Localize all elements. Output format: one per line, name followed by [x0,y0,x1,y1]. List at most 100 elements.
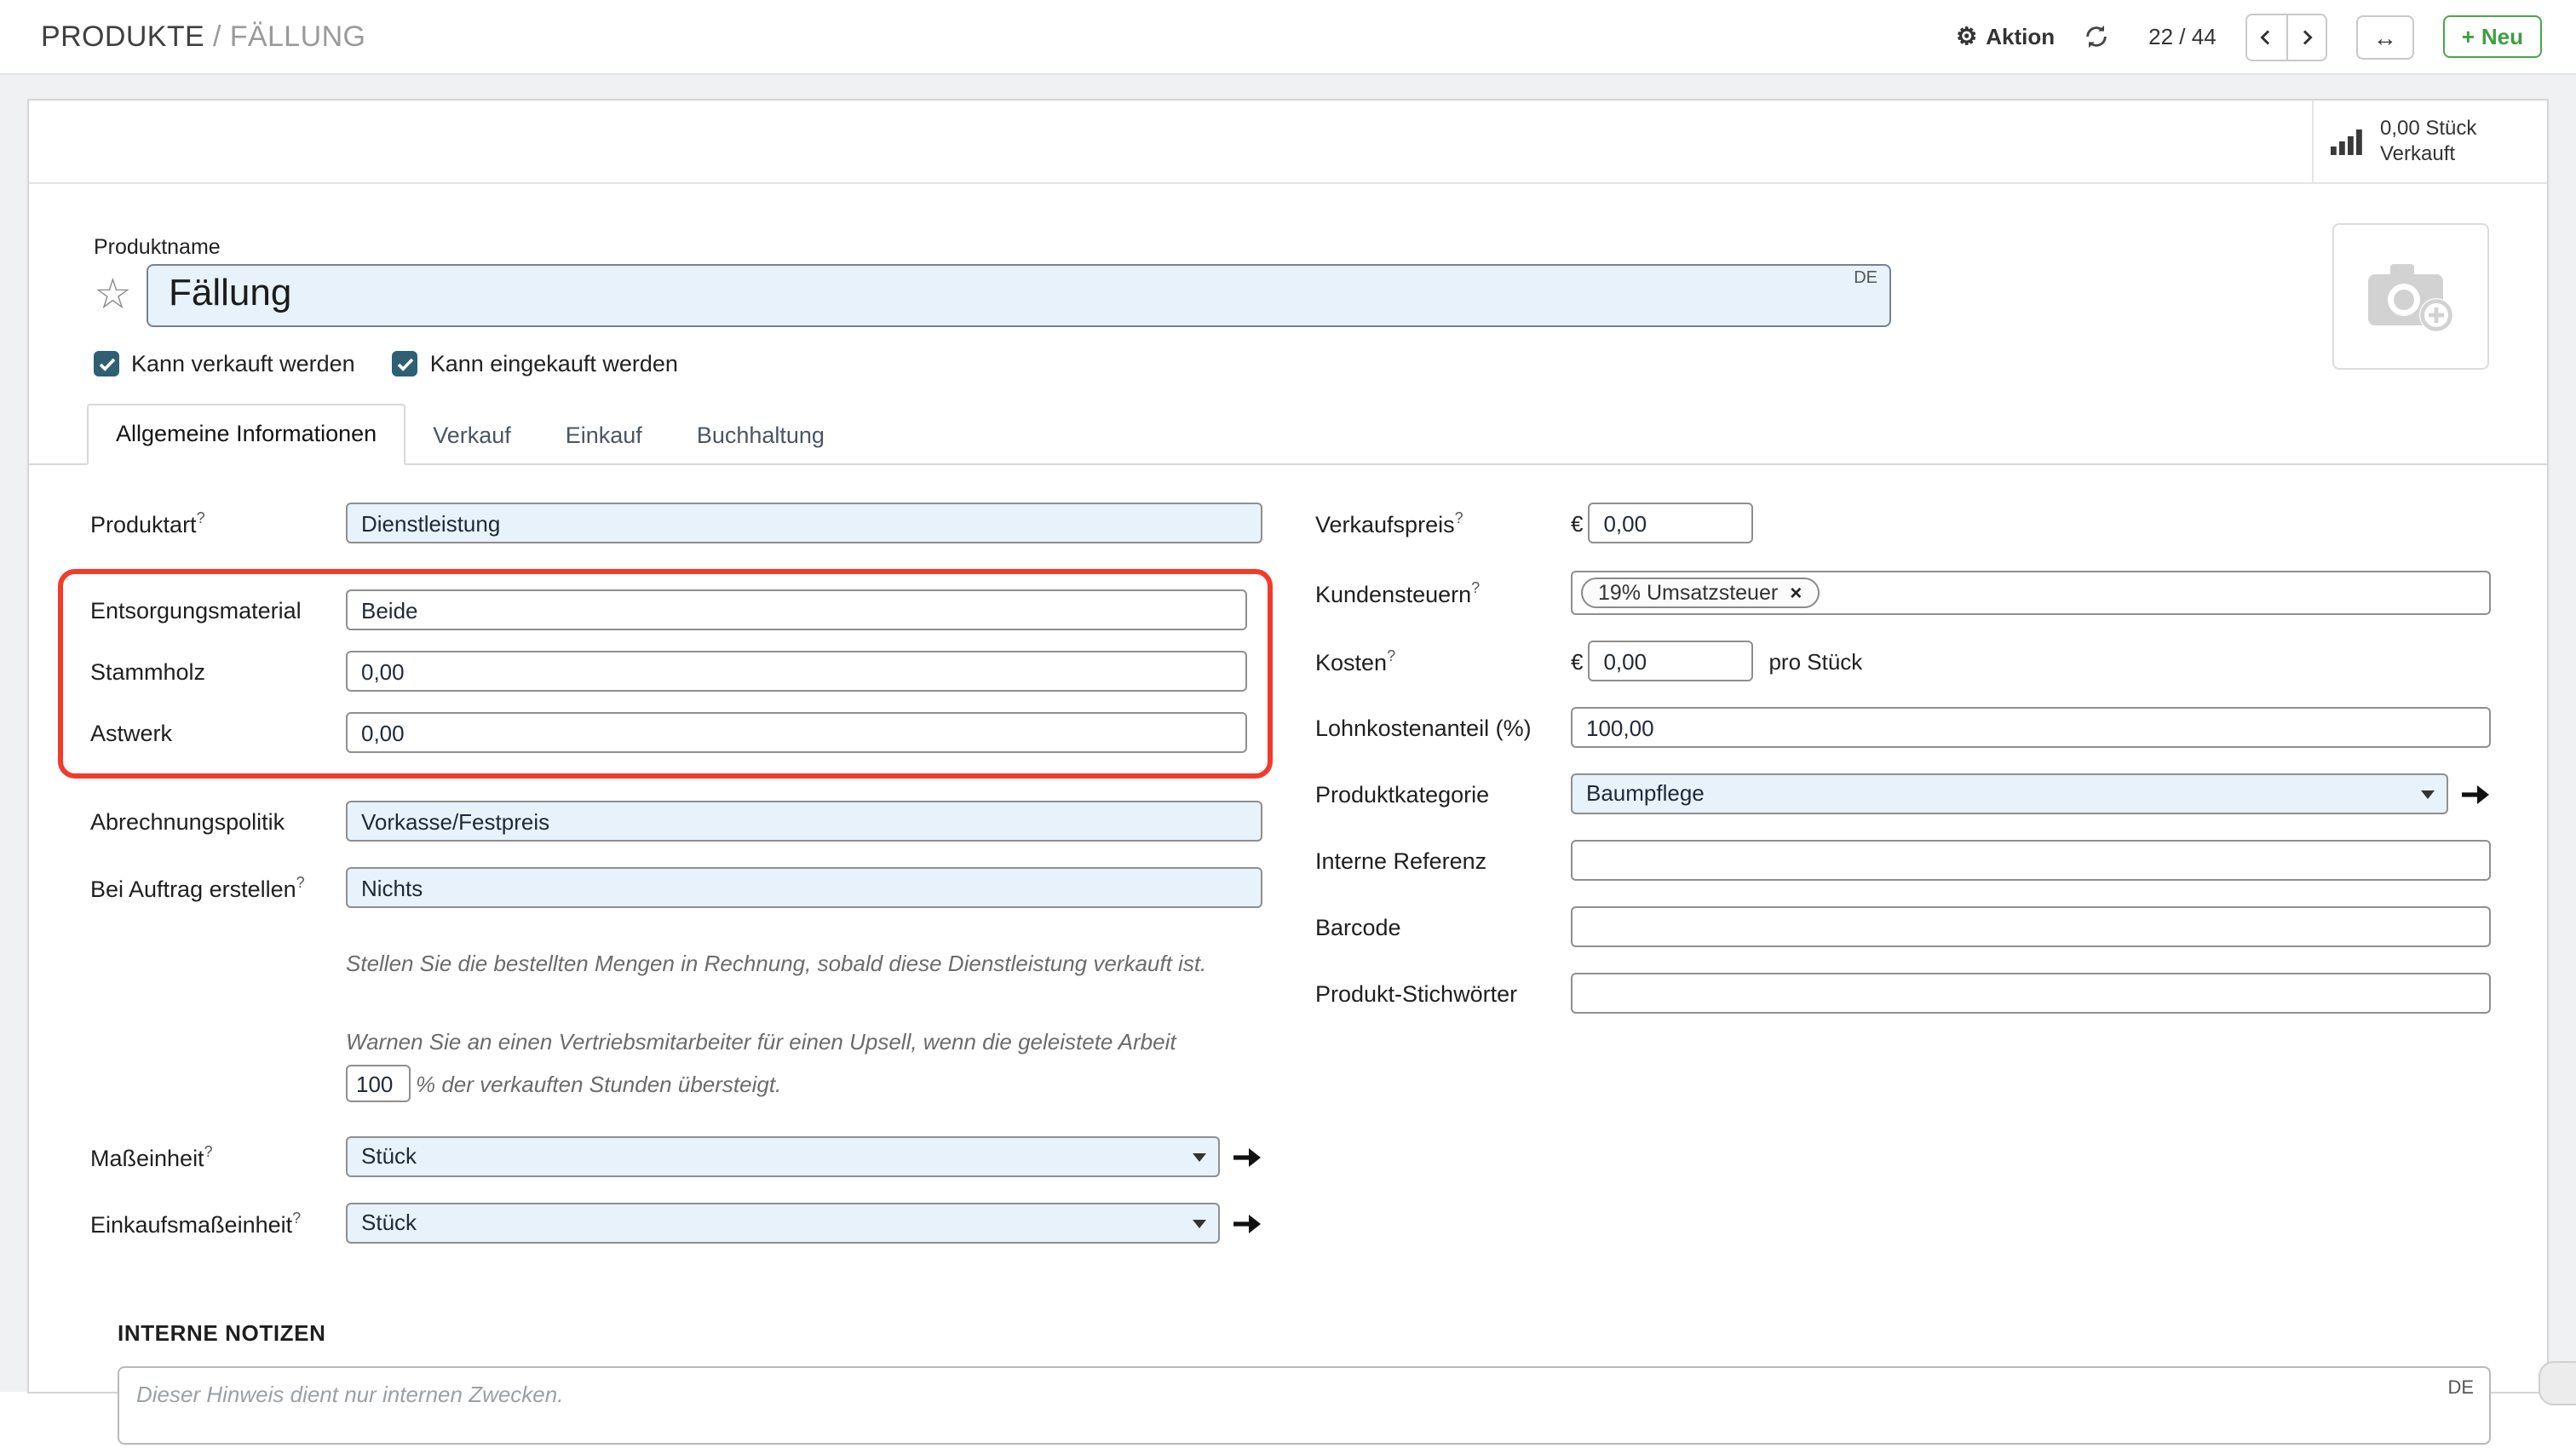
tax-tag: 19% Umsatzsteuer × [1581,578,1819,608]
barcode-label: Barcode [1315,914,1571,940]
internal-notes-textarea[interactable] [118,1367,2491,1445]
language-badge: DE [2447,1379,2474,1399]
tab-einkauf[interactable]: Einkauf [538,407,670,465]
arrow-right-icon [1232,1147,1262,1169]
upsell-warning-block: Warnen Sie an einen Vertriebsmitarbeiter… [346,1026,1262,1103]
upsell-percent-input[interactable] [346,1066,411,1103]
favorite-star-icon[interactable]: ☆ [94,274,147,317]
tab-allgemeine-informationen[interactable]: Allgemeine Informationen [87,404,405,465]
bei-auftrag-label: Bei Auftrag erstellen? [90,874,346,902]
tab-buchhaltung[interactable]: Buchhaltung [670,407,852,465]
abrechnungspolitik-input[interactable] [346,801,1262,842]
einkaufsmasseinheit-internal-link[interactable] [1232,1213,1262,1235]
toggle-size-button[interactable]: ↔ [2356,14,2414,59]
field-row-astwerk: Astwerk [90,712,1247,753]
field-row-einkaufsmasseinheit: Einkaufsmaßeinheit? Stück [90,1204,1262,1244]
kosten-input[interactable] [1588,641,1753,681]
entsorgungsmaterial-label: Entsorgungsmaterial [90,597,346,623]
chevron-right-icon [2297,26,2317,47]
chevron-down-icon [2421,790,2435,799]
lohnkostenanteil-label: Lohnkostenanteil (%) [1315,715,1571,740]
tag-remove-icon[interactable]: × [1790,583,1802,603]
product-name-input[interactable] [147,264,1891,327]
form-left-column: Produktart? Entsorgungsmaterial Stamm [90,503,1262,1270]
bei-auftrag-input[interactable] [346,867,1262,908]
help-question-icon: ? [197,509,205,526]
form-sheet: 0,00 Stück Verkauft Produktname ☆ [27,99,2549,1394]
sold-stat-text: 0,00 Stück Verkauft [2380,116,2476,167]
expand-icon: ↔ [2373,23,2397,50]
general-info-form: Produktart? Entsorgungsmaterial Stamm [29,465,2547,1270]
language-badge: DE [1854,269,1877,288]
sold-stat-button[interactable]: 0,00 Stück Verkauft [2312,101,2547,182]
produktkategorie-internal-link[interactable] [2460,783,2491,805]
help-question-icon: ? [1471,579,1480,596]
field-row-barcode: Barcode [1315,906,2491,947]
verkaufspreis-input[interactable] [1588,503,1753,543]
can-purchase-checkbox[interactable]: Kann eingekauft werden [393,351,678,376]
invoicing-help-text: Stellen Sie die bestellten Mengen in Rec… [346,949,1262,981]
pager-previous-button[interactable] [2247,14,2286,59]
chevron-down-icon [1193,1154,1206,1163]
barcode-input[interactable] [1571,906,2491,947]
masseinheit-select[interactable]: Stück [346,1137,1220,1178]
produktart-label: Produktart? [90,509,346,537]
masseinheit-internal-link[interactable] [1232,1147,1262,1169]
field-row-entsorgungsmaterial: Entsorgungsmaterial [90,589,1247,630]
produktart-input[interactable] [346,503,1262,543]
can-purchase-label[interactable]: Kann eingekauft werden [430,351,678,376]
field-row-interne-referenz: Interne Referenz [1315,840,2491,881]
sold-stat-label: Verkauft [2380,141,2476,167]
breadcrumb-parent[interactable]: PRODUKTE [41,20,204,52]
stammholz-input[interactable] [346,651,1247,692]
can-sell-label[interactable]: Kann verkauft werden [131,351,355,376]
einkaufsmasseinheit-select[interactable]: Stück [346,1204,1220,1244]
floating-widget[interactable] [2539,1361,2576,1405]
field-row-kundensteuern: Kundensteuern? 19% Umsatzsteuer × [1315,571,2491,615]
field-row-produkt-stichwoerter: Produkt-Stichwörter [1315,973,2491,1014]
plus-icon: + [2462,24,2475,49]
kosten-unit-suffix: pro Stück [1768,648,1862,674]
tab-verkauf[interactable]: Verkauf [405,407,538,465]
pager-next-button[interactable] [2286,14,2326,59]
kundensteuern-label: Kundensteuern? [1315,579,1571,607]
product-image-placeholder[interactable] [2332,223,2489,370]
can-sell-checkbox[interactable]: Kann verkauft werden [94,351,355,376]
currency-symbol: € [1571,510,1583,536]
produktkategorie-label: Produktkategorie [1315,781,1571,807]
refresh-button[interactable] [2084,24,2109,49]
masseinheit-label: Maßeinheit? [90,1143,346,1171]
produktkategorie-select[interactable]: Baumpflege [1571,773,2448,814]
astwerk-label: Astwerk [90,720,346,745]
help-question-icon: ? [1455,509,1463,526]
stammholz-label: Stammholz [90,658,346,684]
field-row-kosten: Kosten? € pro Stück [1315,641,2491,681]
field-row-masseinheit: Maßeinheit? Stück [90,1137,1262,1178]
field-row-produktart: Produktart? [90,503,1262,543]
checkbox-checked-icon [94,351,119,376]
kundensteuern-tags-input[interactable]: 19% Umsatzsteuer × [1571,571,2491,615]
topbar-actions: ⚙ Aktion 22 / 44 [1956,13,2542,60]
new-record-button[interactable]: + Neu [2443,15,2542,58]
astwerk-input[interactable] [346,712,1247,753]
record-pager [2245,13,2327,60]
camera-plus-icon [2365,257,2457,336]
action-menu-label: Aktion [1986,24,2055,49]
currency-symbol: € [1571,648,1583,674]
app-root: PRODUKTE / FÄLLUNG ⚙ Aktion 22 / 44 [0,0,2576,1392]
produkt-stichwoerter-input[interactable] [1571,973,2491,1014]
entsorgungsmaterial-input[interactable] [346,589,1247,630]
lohnkostenanteil-input[interactable] [1571,707,2491,748]
refresh-icon [2084,24,2109,49]
arrow-right-icon [2460,783,2491,805]
sale-purchase-checkboxes: Kann verkauft werden Kann eingekauft wer… [29,327,2547,376]
breadcrumb: PRODUKTE / FÄLLUNG [41,20,365,54]
action-menu-button[interactable]: ⚙ Aktion [1956,22,2055,51]
internal-notes-title: INTERNE NOTIZEN [118,1321,2491,1347]
field-row-bei-auftrag-erstellen: Bei Auftrag erstellen? [90,867,1262,908]
product-name-label: Produktname [94,235,2547,259]
arrow-right-icon [1232,1213,1262,1235]
gear-icon: ⚙ [1956,22,1977,51]
interne-referenz-input[interactable] [1571,840,2491,881]
breadcrumb-separator: / [213,20,221,52]
